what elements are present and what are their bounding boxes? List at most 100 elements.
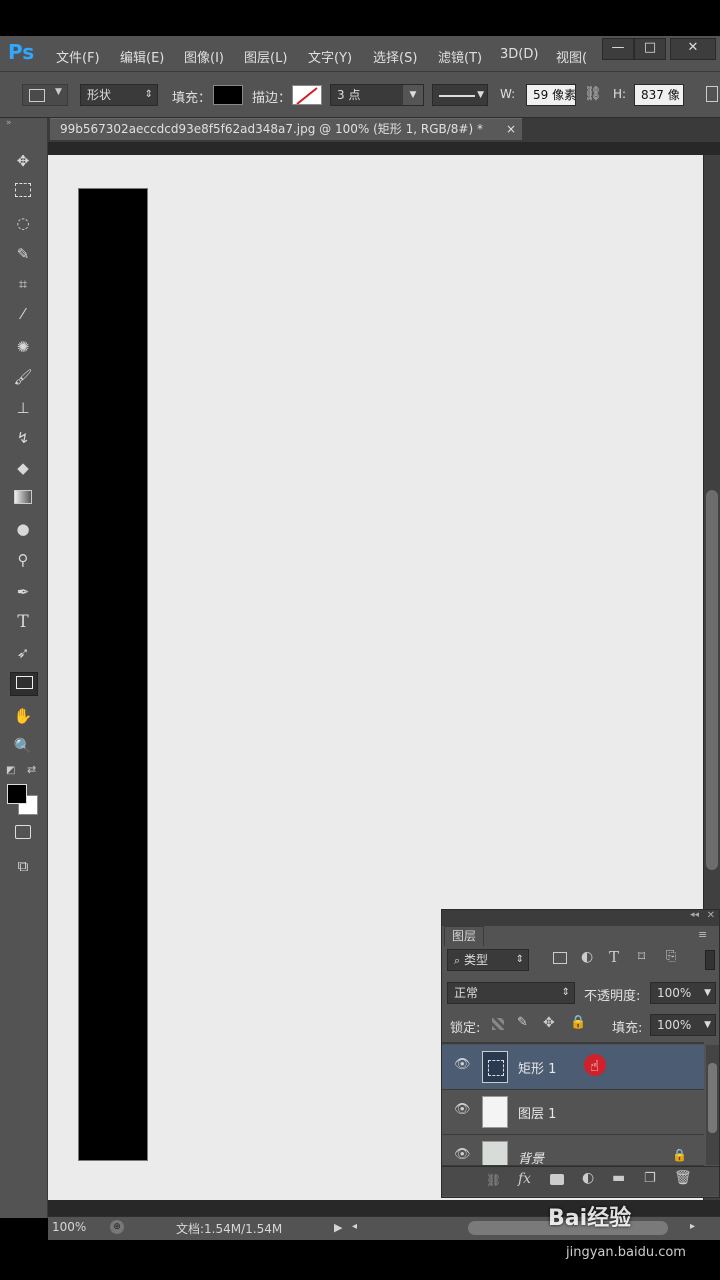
lock-all-icon[interactable]: 🔒 <box>570 1015 586 1030</box>
quick-selection-tool-icon[interactable]: ✎ <box>10 243 36 265</box>
updown-icon: ⇕ <box>144 89 153 100</box>
lock-pixels-icon[interactable]: ✎ <box>517 1015 528 1030</box>
zoom-tool-icon[interactable]: 🔍 <box>10 735 36 757</box>
panel-menu-icon[interactable]: ≡ <box>698 928 707 941</box>
layers-panel-footer: ⛓ fx ◐ ▬ ❐ 🗑 <box>442 1166 719 1196</box>
crop-tool-icon[interactable]: ⌗ <box>10 273 36 295</box>
menu-3d[interactable]: 3D(D) <box>500 47 538 62</box>
menu-edit[interactable]: 编辑(E) <box>120 47 164 66</box>
status-menu-arrow-icon[interactable]: ▶ <box>334 1221 342 1234</box>
updown-icon: ⇕ <box>561 987 570 998</box>
collapse-icon[interactable]: » <box>6 118 12 128</box>
height-field[interactable]: 837 像 <box>634 84 684 106</box>
type-tool-icon[interactable]: T <box>10 611 36 633</box>
adjustment-layer-icon[interactable]: ◐ <box>582 1170 594 1186</box>
close-panel-icon[interactable]: ✕ <box>707 910 715 921</box>
rectangle-tool-icon[interactable] <box>10 672 38 696</box>
width-label: W: <box>500 87 516 101</box>
layer-row[interactable]: 👁 背景 🔒 <box>442 1135 704 1166</box>
eraser-tool-icon[interactable]: ◆ <box>10 457 36 479</box>
fill-label: 填充： <box>172 91 212 106</box>
opacity-field[interactable]: 100% ▼ <box>650 982 716 1004</box>
filter-toggle-icon[interactable] <box>705 950 715 970</box>
layers-tab[interactable]: 图层 <box>444 926 484 946</box>
healing-brush-tool-icon[interactable]: ✺ <box>10 336 36 358</box>
menu-select[interactable]: 选择(S) <box>373 47 417 66</box>
stroke-color-swatch[interactable] <box>292 85 322 105</box>
path-selection-tool-icon[interactable]: ➶ <box>10 642 36 664</box>
width-field[interactable]: 59 像素 <box>526 84 576 106</box>
fill-color-swatch[interactable] <box>213 85 243 105</box>
screen-mode-icon[interactable]: ⧉ <box>10 855 36 877</box>
swap-colors-icon[interactable]: ⇄ <box>27 763 36 776</box>
lasso-tool-icon[interactable]: ◌ <box>10 212 36 234</box>
filter-pixel-icon[interactable] <box>553 952 567 964</box>
layers-scrollbar[interactable] <box>706 1045 719 1165</box>
scroll-left-icon[interactable]: ◂ <box>352 1221 357 1232</box>
background-thumbnail-icon <box>482 1141 508 1165</box>
layer-row[interactable]: 👁 图层 1 <box>442 1090 704 1135</box>
add-mask-icon[interactable] <box>550 1174 564 1185</box>
filter-shape-icon[interactable]: ⌑ <box>638 949 645 965</box>
stroke-type-select[interactable]: ▼ <box>432 84 488 106</box>
gradient-tool-icon[interactable] <box>10 488 36 510</box>
collapse-panel-icon[interactable]: ◂◂ <box>690 910 699 920</box>
layer-filter-select[interactable]: ⌕ 类型 ⇕ <box>447 949 529 971</box>
fx-icon[interactable]: fx <box>518 1171 531 1187</box>
chevron-down-icon: ▼ <box>704 988 711 998</box>
chevron-down-icon: ▼ <box>477 90 484 100</box>
marquee-tool-icon[interactable] <box>10 181 36 203</box>
blur-tool-icon[interactable]: ● <box>10 518 36 540</box>
layer-row[interactable]: 👁 矩形 1 ☝ <box>442 1045 704 1090</box>
layer-name: 图层 1 <box>518 1107 557 1122</box>
quick-mask-icon[interactable] <box>10 823 36 845</box>
clone-stamp-tool-icon[interactable]: ⊥ <box>10 397 36 419</box>
menu-type[interactable]: 文字(Y) <box>308 47 352 66</box>
maximize-button[interactable]: □ <box>634 38 666 60</box>
scroll-right-icon[interactable]: ▸ <box>690 1221 695 1232</box>
lock-transparency-icon[interactable] <box>492 1018 504 1030</box>
eyedropper-tool-icon[interactable]: ⁄ <box>10 303 36 325</box>
visibility-eye-icon[interactable]: 👁 <box>454 1147 471 1163</box>
layers-scrollbar-thumb[interactable] <box>708 1063 717 1133</box>
link-layers-icon[interactable]: ⛓ <box>486 1173 501 1187</box>
stroke-width-field[interactable]: 3 点 ▼ <box>330 84 424 106</box>
zoom-level[interactable]: 100% <box>52 1220 86 1234</box>
brush-tool-icon[interactable]: 🖌 <box>10 366 36 388</box>
menu-file[interactable]: 文件(F) <box>56 47 100 66</box>
minimize-button[interactable]: — <box>602 38 634 60</box>
menu-layer[interactable]: 图层(L) <box>244 47 287 66</box>
filter-smart-object-icon[interactable]: ⎘ <box>666 949 676 964</box>
move-tool-icon[interactable]: ✥ <box>10 150 36 172</box>
new-layer-icon[interactable]: ❐ <box>644 1171 656 1186</box>
vertical-scrollbar-thumb[interactable] <box>706 490 718 870</box>
pen-tool-icon[interactable]: ✒ <box>10 581 36 603</box>
filter-adjustment-icon[interactable]: ◐ <box>581 949 593 965</box>
menu-view[interactable]: 视图( <box>556 47 587 66</box>
menu-image[interactable]: 图像(I) <box>184 47 224 66</box>
close-tab-icon[interactable]: × <box>506 119 516 139</box>
link-icon[interactable]: ⛓ <box>584 86 602 102</box>
tool-preset-picker[interactable]: ▼ <box>22 84 68 106</box>
shape-mode-select[interactable]: 形状 ⇕ <box>80 84 158 106</box>
hand-tool-icon[interactable]: ✋ <box>10 705 36 727</box>
close-window-button[interactable]: ✕ <box>670 38 716 60</box>
visibility-eye-icon[interactable]: 👁 <box>454 1057 471 1073</box>
blend-mode-select[interactable]: 正常 ⇕ <box>447 982 575 1004</box>
rectangle-shape[interactable] <box>78 188 148 1161</box>
history-brush-tool-icon[interactable]: ↯ <box>10 427 36 449</box>
fill-field[interactable]: 100% ▼ <box>650 1014 716 1036</box>
visibility-eye-icon[interactable]: 👁 <box>454 1102 471 1118</box>
document-tab[interactable]: 99b567302aeccdcd93e8f5f62ad348a7.jpg @ 1… <box>50 118 522 140</box>
default-colors-icon[interactable]: ◩ <box>6 765 15 776</box>
foreground-color-swatch[interactable] <box>7 784 27 804</box>
filter-type-icon[interactable]: T <box>609 948 619 966</box>
share-icon[interactable]: ⊕ <box>110 1220 124 1234</box>
no-stroke-icon <box>296 87 318 104</box>
lock-position-icon[interactable]: ✥ <box>543 1015 555 1031</box>
dodge-tool-icon[interactable]: ⚲ <box>10 549 36 571</box>
path-operations-icon[interactable] <box>706 86 718 102</box>
delete-layer-trash-icon[interactable]: 🗑 <box>674 1170 692 1186</box>
new-group-folder-icon[interactable]: ▬ <box>612 1170 625 1186</box>
menu-filter[interactable]: 滤镜(T) <box>438 47 482 66</box>
